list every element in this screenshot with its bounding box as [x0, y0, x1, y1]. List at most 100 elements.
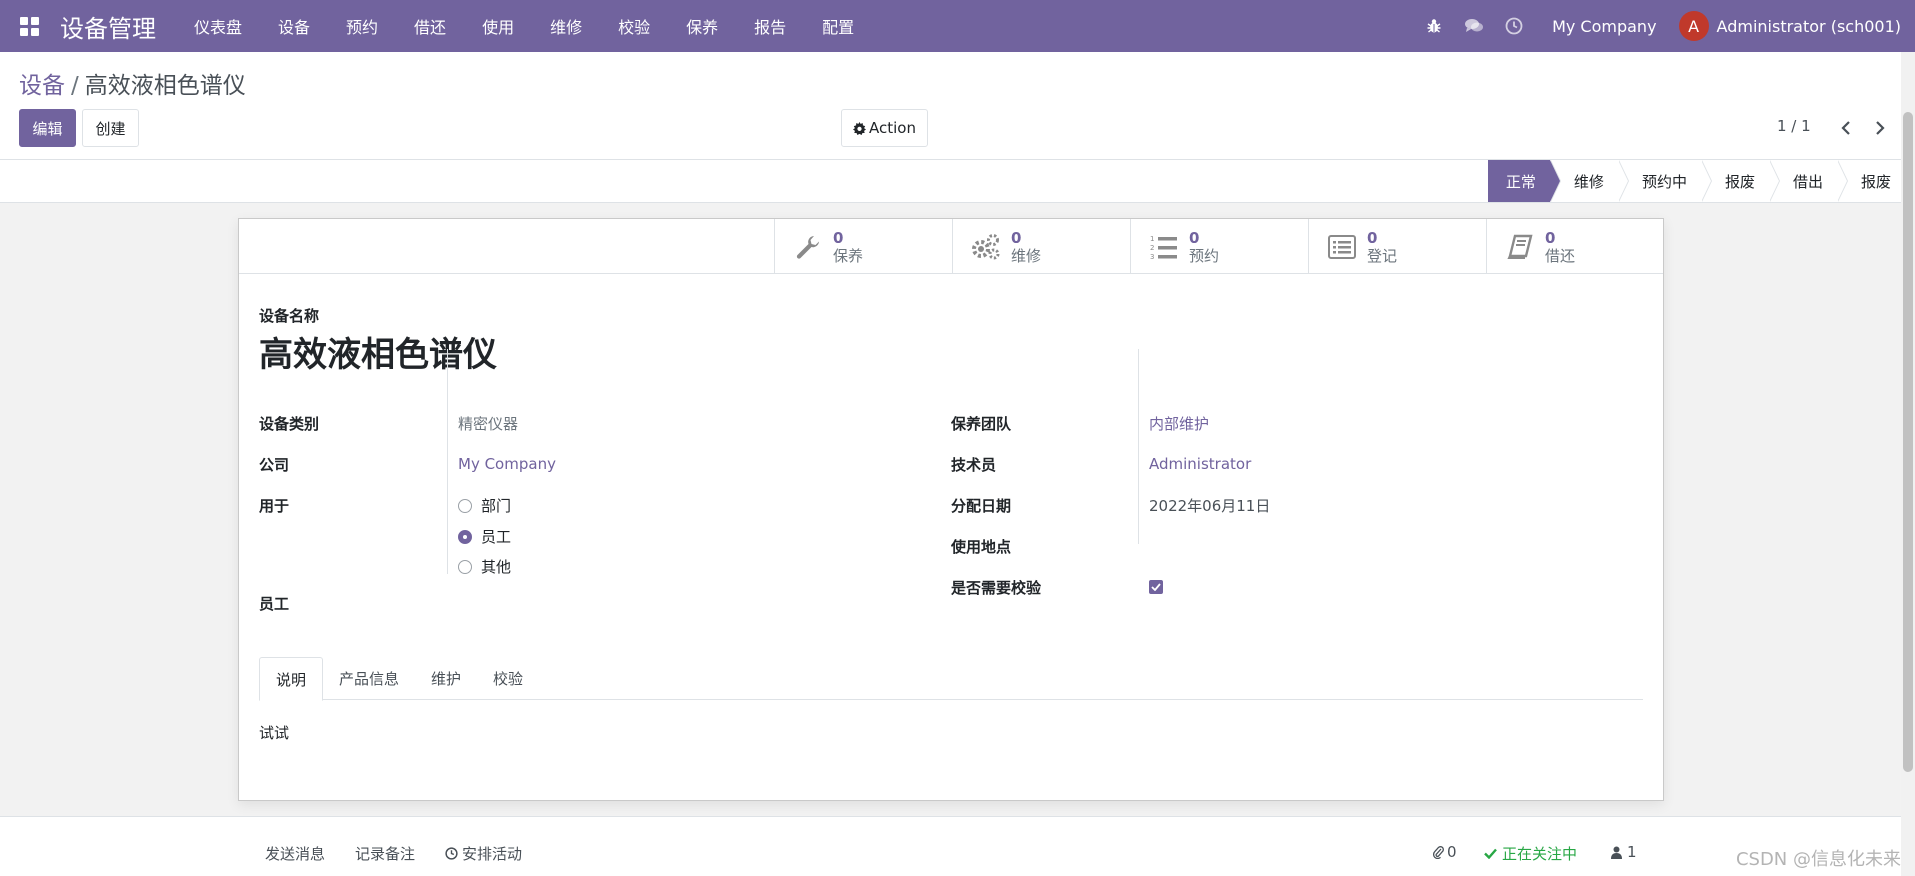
- notebook-tabs: 说明 产品信息 维护 校验: [259, 657, 1643, 701]
- tab-product-info[interactable]: 产品信息: [323, 657, 415, 700]
- user-menu[interactable]: A Administrator (sch001): [1678, 11, 1915, 41]
- page-scrollbar[interactable]: [1901, 52, 1915, 876]
- log-note-button[interactable]: 记录备注: [355, 843, 415, 864]
- form-sheet: 0 保养 0 维修 123 0 预约 0 登记 0 借还 设备名称 高效液相色谱…: [238, 218, 1664, 801]
- stat-label: 维修: [1011, 246, 1042, 265]
- tab-maintenance[interactable]: 维护: [415, 657, 477, 700]
- company-value[interactable]: My Company: [458, 455, 556, 473]
- used-for-department-radio[interactable]: 部门: [458, 495, 511, 516]
- pager-value[interactable]: 1 / 1: [1777, 117, 1811, 135]
- book-icon: [1505, 232, 1535, 262]
- watermark: CSDN @信息化未来: [1735, 849, 1901, 870]
- description-content[interactable]: 试试: [259, 722, 289, 743]
- main-menu: 仪表盘 设备 预约 借还 使用 维修 校验 保养 报告 配置: [176, 0, 872, 52]
- tab-calibration[interactable]: 校验: [477, 657, 539, 700]
- following-button[interactable]: 正在关注中: [1484, 843, 1577, 864]
- left-group-divider: [447, 349, 448, 574]
- svg-text:1: 1: [1150, 235, 1154, 243]
- followers-button[interactable]: 1: [1611, 843, 1637, 861]
- schedule-activity-button[interactable]: 安排活动: [445, 843, 522, 864]
- maintenance-stat-button[interactable]: 0 保养: [774, 219, 952, 274]
- stat-label: 预约: [1189, 246, 1220, 265]
- schedule-activity-label: 安排活动: [462, 845, 523, 863]
- action-button-label: Action: [869, 119, 916, 137]
- clock-icon: [445, 847, 458, 860]
- scrollbar-thumb[interactable]: [1903, 112, 1913, 772]
- stat-label: 借还: [1545, 246, 1576, 265]
- attachments-count: 0: [1447, 843, 1457, 861]
- status-stages: 正常 维修 预约中 报废 借出 报废: [1487, 160, 1905, 202]
- company-label: 公司: [259, 456, 290, 474]
- assign-date-value[interactable]: 2022年06月11日: [1149, 495, 1270, 516]
- check-icon: [1151, 583, 1161, 591]
- attachments-button[interactable]: 0: [1433, 843, 1457, 861]
- menu-item-calibration[interactable]: 校验: [600, 0, 668, 52]
- pager-previous-button[interactable]: [1829, 109, 1863, 147]
- equipment-name-label: 设备名称: [259, 307, 320, 325]
- stage-reserved[interactable]: 预约中: [1617, 160, 1712, 202]
- borrow-return-stat-button[interactable]: 0 借还: [1486, 219, 1664, 274]
- used-for-other-radio[interactable]: 其他: [458, 556, 511, 577]
- breadcrumb-parent[interactable]: 设备: [19, 73, 65, 99]
- right-group-divider: [1138, 349, 1139, 544]
- smart-button-box: 0 保养 0 维修 123 0 预约 0 登记 0 借还: [239, 219, 1663, 274]
- category-value[interactable]: 精密仪器: [458, 413, 518, 434]
- send-message-button[interactable]: 发送消息: [265, 843, 325, 864]
- wrench-icon: [793, 232, 823, 262]
- followers-count: 1: [1627, 843, 1637, 861]
- menu-item-equipment[interactable]: 设备: [260, 0, 328, 52]
- assign-date-label: 分配日期: [951, 497, 1012, 515]
- app-brand[interactable]: 设备管理: [58, 9, 158, 44]
- reservation-stat-button[interactable]: 123 0 预约: [1130, 219, 1308, 274]
- control-panel: 设备 / 高效液相色谱仪 编辑 创建 Action 1 / 1: [0, 52, 1915, 160]
- navbar-systray: My Company A Administrator (sch001): [1414, 0, 1915, 52]
- menu-item-reports[interactable]: 报告: [736, 0, 804, 52]
- menu-item-configuration[interactable]: 配置: [804, 0, 872, 52]
- maintenance-team-value[interactable]: 内部维护: [1149, 413, 1209, 434]
- pager-next-button[interactable]: [1863, 109, 1897, 147]
- stat-value: 0: [1011, 228, 1022, 247]
- radio-label: 部门: [481, 497, 512, 515]
- used-for-label: 用于: [259, 497, 290, 515]
- svg-text:3: 3: [1150, 253, 1154, 261]
- breadcrumb: 设备 / 高效液相色谱仪: [19, 66, 246, 100]
- svg-text:2: 2: [1150, 244, 1154, 252]
- menu-item-repair[interactable]: 维修: [532, 0, 600, 52]
- calibration-required-checkbox[interactable]: [1149, 580, 1163, 594]
- used-for-employee-radio[interactable]: 员工: [458, 526, 511, 547]
- maintenance-team-label: 保养团队: [951, 415, 1012, 433]
- paperclip-icon: [1433, 846, 1444, 859]
- apps-menu-button[interactable]: [0, 0, 58, 52]
- equipment-name-value: 高效液相色谱仪: [259, 335, 497, 375]
- menu-item-reservation[interactable]: 预约: [328, 0, 396, 52]
- debug-bug-icon[interactable]: [1414, 0, 1454, 52]
- radio-label: 其他: [481, 558, 512, 576]
- stat-label: 保养: [833, 246, 864, 265]
- employee-label: 员工: [259, 595, 290, 613]
- menu-item-maintenance[interactable]: 保养: [668, 0, 736, 52]
- menu-item-borrow-return[interactable]: 借还: [396, 0, 464, 52]
- radio-circle: [458, 559, 472, 574]
- create-button[interactable]: 创建: [82, 109, 139, 147]
- activity-clock-icon[interactable]: [1494, 0, 1534, 52]
- technician-value[interactable]: Administrator: [1149, 455, 1251, 473]
- repair-stat-button[interactable]: 0 维修: [952, 219, 1130, 274]
- stat-value: 0: [1367, 228, 1378, 247]
- list-ol-icon: 123: [1149, 232, 1179, 262]
- menu-item-dashboard[interactable]: 仪表盘: [176, 0, 260, 52]
- action-dropdown-button[interactable]: Action: [841, 109, 928, 147]
- chat-comments-icon[interactable]: [1454, 0, 1494, 52]
- stage-normal[interactable]: 正常: [1487, 160, 1561, 202]
- menu-item-usage[interactable]: 使用: [464, 0, 532, 52]
- check-icon: [1484, 848, 1497, 859]
- radio-circle: [458, 498, 472, 513]
- registration-stat-button[interactable]: 0 登记: [1308, 219, 1486, 274]
- gear-icon: [853, 121, 866, 135]
- chevron-left-icon: [1841, 121, 1850, 135]
- tab-description[interactable]: 说明: [259, 657, 324, 701]
- edit-button[interactable]: 编辑: [19, 109, 76, 147]
- company-switcher[interactable]: My Company: [1534, 17, 1678, 36]
- top-navbar: 设备管理 仪表盘 设备 预约 借还 使用 维修 校验 保养 报告 配置 My C…: [0, 0, 1915, 52]
- user-name: Administrator (sch001): [1716, 16, 1901, 36]
- radio-label: 员工: [481, 528, 512, 546]
